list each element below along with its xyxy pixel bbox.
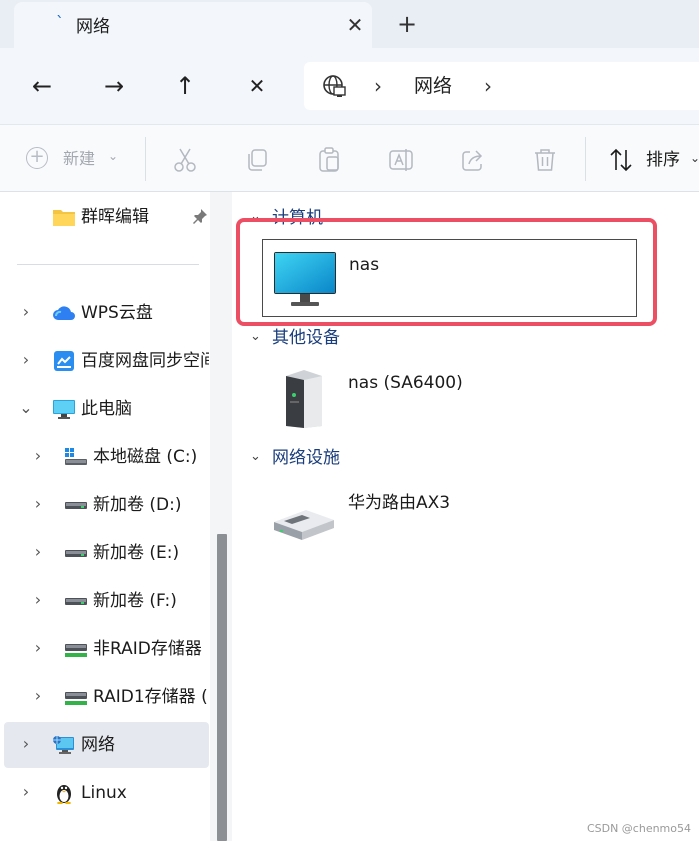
drive-icon (65, 598, 87, 605)
sidebar-item-drive-e[interactable]: › 新加卷 (E:) (4, 530, 209, 576)
tab-network[interactable]: ˋ 网络 ✕ (14, 2, 372, 48)
delete-icon[interactable] (532, 147, 558, 173)
new-label: 新建 (63, 149, 96, 168)
chevron-down-icon: ⌄ (250, 449, 261, 464)
share-icon[interactable] (460, 147, 486, 173)
sort-label: 排序 (646, 150, 680, 170)
chevron-right-icon[interactable]: › (30, 494, 46, 514)
group-label: 网络设施 (272, 448, 340, 468)
sidebar-item-drive-c[interactable]: › 本地磁盘 (C:) (4, 434, 209, 480)
baidu-netdisk-icon (54, 351, 74, 371)
plus-icon: + (26, 147, 48, 169)
this-pc-icon (53, 400, 75, 419)
network-globe-icon (323, 75, 346, 97)
network-drive-icon (65, 644, 87, 657)
sidebar-item-wps-cloud[interactable]: › WPS云盘 (4, 290, 209, 336)
chevron-right-icon[interactable]: › (30, 638, 46, 658)
copy-icon[interactable] (244, 147, 270, 173)
chevron-right-icon[interactable]: › (18, 302, 34, 322)
chevron-right-icon[interactable]: › (30, 542, 46, 562)
sidebar-item-label: 本地磁盘 (C:) (93, 447, 198, 467)
watermark: CSDN @chenmo54 (586, 822, 691, 835)
network-icon (53, 736, 74, 754)
sidebar-item-non-raid-storage[interactable]: › 非RAID存储器 (4, 626, 209, 672)
divider (585, 137, 586, 181)
item-name: nas (SA6400) (348, 373, 463, 393)
drive-icon (65, 550, 87, 557)
breadcrumb-chevron[interactable]: › (374, 74, 382, 98)
breadcrumb-network[interactable]: 网络 (414, 74, 452, 98)
chevron-down-icon: ⌄ (250, 329, 261, 344)
sidebar-item-label: 网络 (81, 735, 115, 755)
windows-drive-icon (65, 448, 87, 465)
linux-penguin-icon (57, 785, 71, 804)
sidebar-item-label: 百度网盘同步空间 (81, 351, 209, 371)
sidebar-item-this-pc[interactable]: ⌄ 此电脑 (4, 386, 209, 432)
breadcrumb-chevron[interactable]: › (484, 74, 492, 98)
sidebar-item-synology-edit[interactable]: 群晖编辑 (4, 194, 209, 240)
sidebar-scrollbar-thumb[interactable] (217, 534, 227, 841)
chevron-down-icon[interactable]: ⌄ (18, 398, 34, 418)
sidebar-item-label: 此电脑 (81, 399, 132, 419)
pin-icon[interactable] (192, 208, 208, 224)
sidebar-item-label: 新加卷 (E:) (93, 543, 180, 563)
item-name: 华为路由AX3 (348, 493, 451, 513)
sidebar-item-drive-d[interactable]: › 新加卷 (D:) (4, 482, 209, 528)
sidebar-item-drive-f[interactable]: › 新加卷 (F:) (4, 578, 209, 624)
tab-title: 网络 (76, 17, 110, 37)
navigation-bar: ← → ↑ ✕ › 网络 › (0, 48, 699, 124)
chevron-right-icon[interactable]: › (30, 590, 46, 610)
stop-button[interactable]: ✕ (239, 68, 275, 104)
sidebar-item-label: Linux (81, 783, 127, 803)
close-tab-button[interactable]: ✕ (342, 12, 368, 38)
sidebar-item-label: WPS云盘 (81, 303, 153, 323)
highlight-annotation (236, 218, 657, 326)
tab-strip: ˋ 网络 ✕ + (0, 0, 699, 48)
new-tab-button[interactable]: + (393, 10, 421, 38)
server-icon (286, 370, 322, 428)
sidebar-item-label: 非RAID存储器 (93, 639, 202, 659)
sidebar-item-label: RAID1存储器 ( (93, 687, 208, 707)
sidebar-item-label: 新加卷 (F:) (93, 591, 177, 611)
sidebar-item-network[interactable]: › 网络 (4, 722, 209, 768)
command-bar: + 新建 ⌄ 排序 ⌄ (0, 124, 699, 192)
group-label: 其他设备 (272, 328, 340, 348)
up-button[interactable]: ↑ (167, 68, 203, 104)
cut-icon[interactable] (172, 147, 198, 173)
folder-icon (53, 210, 75, 226)
cloud-icon (53, 306, 75, 320)
sidebar-item-label: 群晖编辑 (81, 207, 149, 227)
loading-icon: ˋ (56, 13, 64, 32)
rename-icon[interactable] (388, 147, 414, 173)
navigation-pane: 群晖编辑 › WPS云盘 › 百度网盘同步空间 ⌄ 此电脑 › 本地磁盘 (C:… (0, 192, 232, 841)
sidebar-divider (17, 264, 199, 265)
chevron-right-icon[interactable]: › (30, 686, 46, 706)
sidebar-item-raid1-storage[interactable]: › RAID1存储器 ( (4, 674, 209, 720)
chevron-right-icon[interactable]: › (18, 350, 34, 370)
chevron-right-icon[interactable]: › (18, 734, 34, 754)
item-nas-sa6400[interactable]: nas (SA6400) (262, 358, 637, 436)
drive-icon (65, 502, 87, 509)
network-drive-icon (65, 692, 87, 705)
address-bar[interactable]: › 网络 › (304, 62, 699, 110)
sidebar-item-linux[interactable]: › Linux (4, 770, 209, 816)
paste-icon[interactable] (316, 147, 342, 173)
item-huawei-router[interactable]: 华为路由AX3 (262, 478, 637, 556)
chevron-down-icon: ⌄ (108, 149, 119, 163)
sidebar-item-label: 新加卷 (D:) (93, 495, 182, 515)
divider (145, 137, 146, 181)
chevron-right-icon[interactable]: › (30, 446, 46, 466)
sidebar-item-baidu-netdisk[interactable]: › 百度网盘同步空间 (4, 338, 209, 384)
chevron-down-icon: ⌄ (690, 151, 699, 165)
chevron-right-icon[interactable]: › (18, 782, 34, 802)
router-icon (274, 510, 334, 540)
forward-button[interactable]: → (96, 68, 132, 104)
sort-icon (610, 148, 632, 172)
back-button[interactable]: ← (24, 68, 60, 104)
